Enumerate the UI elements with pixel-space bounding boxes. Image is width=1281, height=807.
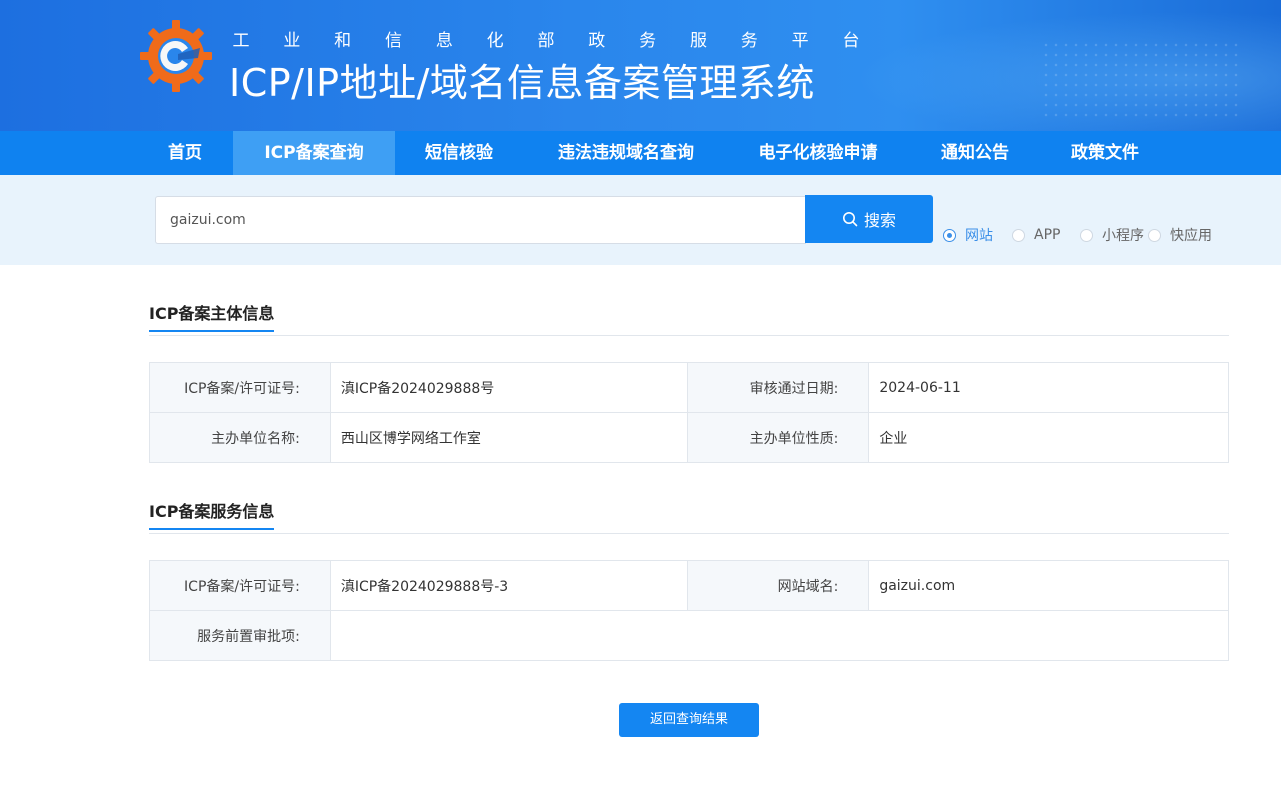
field-label: 主办单位性质: <box>686 412 870 463</box>
subtitle-char: 工 <box>232 31 250 51</box>
type-option-website[interactable]: 网站 <box>943 224 993 246</box>
subject-info-table: ICP备案/许可证号: 滇ICP备2024029888号 审核通过日期: 202… <box>149 362 1229 463</box>
table-row: ICP备案/许可证号: 滇ICP备2024029888号-3 网站域名: gai… <box>149 560 1229 611</box>
subtitle-char: 服 <box>689 31 707 51</box>
page-title: ICP/IP地址/域名信息备案管理系统 <box>229 61 815 105</box>
field-value-approval-date: 2024-06-11 <box>868 362 1229 413</box>
subtitle-char: 台 <box>842 31 860 51</box>
main-nav: 首页 ICP备案查询 短信核验 违法违规域名查询 电子化核验申请 通知公告 政策… <box>0 131 1281 175</box>
subtitle-char: 化 <box>486 31 504 51</box>
field-label: 服务前置审批项: <box>149 610 331 661</box>
section-title-subject-info: ICP备案主体信息 <box>149 300 275 332</box>
type-option-quick-app[interactable]: 快应用 <box>1148 224 1212 246</box>
section-divider <box>149 533 1229 534</box>
radio-label-quick-app: 快应用 <box>1170 228 1212 244</box>
field-value-domain: gaizui.com <box>868 560 1229 611</box>
nav-item-icp-query[interactable]: ICP备案查询 <box>233 131 395 175</box>
table-row: 主办单位名称: 西山区博学网络工作室 主办单位性质: 企业 <box>149 412 1229 463</box>
field-label: 审核通过日期: <box>686 362 870 413</box>
search-button-label: 搜索 <box>863 211 896 230</box>
radio-label-mini-program: 小程序 <box>1102 228 1144 244</box>
radio-label-app: APP <box>1034 227 1061 243</box>
search-icon <box>842 212 858 227</box>
search-button[interactable]: 搜索 <box>805 195 933 243</box>
header-subtitle: 工业和信息化部政务服务平台 <box>231 26 861 51</box>
nav-item-notices[interactable]: 通知公告 <box>925 131 1025 175</box>
field-value-sponsor-type: 企业 <box>868 412 1229 463</box>
search-bar: 搜索 网站 APP 小程序 快应用 <box>0 175 1281 265</box>
field-label: 主办单位名称: <box>149 412 331 463</box>
miit-logo-icon <box>140 20 212 92</box>
back-to-results-button[interactable]: 返回查询结果 <box>619 703 759 737</box>
subtitle-char: 平 <box>791 31 809 51</box>
table-row: 服务前置审批项: <box>149 610 1230 661</box>
field-value-service-license-no: 滇ICP备2024029888号-3 <box>329 560 688 611</box>
nav-item-sms-verify[interactable]: 短信核验 <box>410 131 508 175</box>
type-option-app[interactable]: APP <box>1012 224 1060 246</box>
subtitle-char: 务 <box>740 31 758 51</box>
subtitle-char: 和 <box>334 31 352 51</box>
subtitle-char: 息 <box>435 31 453 51</box>
radio-quick-app[interactable] <box>1148 228 1161 242</box>
section-divider <box>149 335 1229 336</box>
subtitle-char: 部 <box>537 31 555 51</box>
nav-item-home[interactable]: 首页 <box>148 131 222 175</box>
field-label: 网站域名: <box>686 560 870 611</box>
field-value-pre-approval <box>329 610 1230 661</box>
radio-mini-program[interactable] <box>1080 228 1093 242</box>
radio-website[interactable] <box>943 228 956 242</box>
field-label: ICP备案/许可证号: <box>149 560 331 611</box>
subtitle-char: 政 <box>588 31 606 51</box>
nav-item-policy-docs[interactable]: 政策文件 <box>1055 131 1155 175</box>
radio-label-website: 网站 <box>965 228 993 244</box>
table-row: ICP备案/许可证号: 滇ICP备2024029888号 审核通过日期: 202… <box>149 362 1229 413</box>
search-input[interactable] <box>155 196 806 244</box>
site-header: 工 业 和 信 息 化 部 政 务 服 务 平 台 ICP/IP地址/域名信息备案管理系统 <box>0 0 1281 131</box>
subtitle-char: 务 <box>639 31 657 51</box>
field-label: ICP备案/许可证号: <box>149 362 331 413</box>
subtitle-char: 业 <box>283 31 301 51</box>
radio-app[interactable] <box>1012 228 1025 242</box>
section-title-service-info: ICP备案服务信息 <box>149 498 275 530</box>
type-option-mini-program[interactable]: 小程序 <box>1080 224 1144 246</box>
header-dots-decoration <box>1041 40 1241 120</box>
nav-item-illegal-domain-query[interactable]: 违法违规域名查询 <box>540 131 712 175</box>
field-value-sponsor-name: 西山区博学网络工作室 <box>329 412 688 463</box>
nav-item-e-verify-apply[interactable]: 电子化核验申请 <box>744 131 892 175</box>
field-value-license-no: 滇ICP备2024029888号 <box>329 362 688 413</box>
subtitle-char: 信 <box>384 31 402 51</box>
service-info-table: ICP备案/许可证号: 滇ICP备2024029888号-3 网站域名: gai… <box>149 560 1230 661</box>
